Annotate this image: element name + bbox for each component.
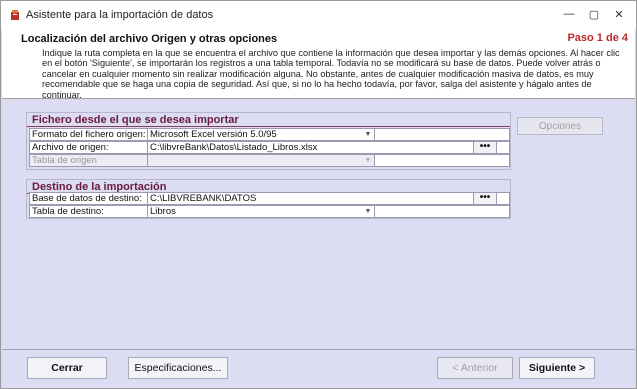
header-panel: Localización del archivo Origen y otras … — [2, 29, 635, 100]
source-group: Fichero desde el que se desea importar F… — [26, 112, 511, 170]
dest-db-label: Base de datos de destino: — [30, 193, 148, 204]
destination-group: Destino de la importación Base de datos … — [26, 179, 511, 219]
title-bar: Asistente para la importación de datos —… — [1, 1, 636, 29]
source-table-row: Tabla de origen ▼ — [29, 154, 510, 167]
chevron-down-icon: ▼ — [364, 157, 372, 164]
close-button[interactable]: Cerrar — [27, 357, 107, 379]
format-row: Formato del fichero origen: Microsoft Ex… — [29, 128, 510, 141]
dest-table-row: Tabla de destino: Libros ▼ — [29, 205, 510, 218]
dest-table-value: Libros — [150, 206, 176, 217]
chevron-down-icon[interactable]: ▼ — [362, 205, 374, 218]
window-title: Asistente para la importación de datos — [26, 9, 214, 21]
dest-db-input[interactable]: C:\LIBVREBANK\DATOS — [148, 193, 475, 204]
format-select-value: Microsoft Excel versión 5.0/95 — [150, 129, 277, 140]
source-table-select: ▼ — [148, 155, 375, 166]
format-select[interactable]: Microsoft Excel versión 5.0/95 ▼ — [148, 129, 375, 140]
source-table-label: Tabla de origen — [30, 155, 148, 166]
main-area: Fichero desde el que se desea importar F… — [2, 100, 635, 349]
dest-db-row: Base de datos de destino: C:\LIBVREBANK\… — [29, 192, 510, 205]
file-label: Archivo de origen: — [30, 142, 148, 153]
source-group-title: Fichero desde el que se desea importar — [30, 114, 241, 126]
format-label: Formato del fichero origen: — [30, 129, 148, 140]
chevron-down-icon[interactable]: ▼ — [362, 128, 374, 141]
browse-dest-button[interactable]: ••• — [473, 192, 497, 205]
page-title: Localización del archivo Origen y otras … — [21, 33, 278, 45]
back-button[interactable]: < Anterior — [437, 357, 513, 379]
specifications-button[interactable]: Especificaciones... — [128, 357, 228, 379]
minimize-icon[interactable]: — — [561, 7, 577, 21]
maximize-icon[interactable]: ▢ — [586, 7, 602, 21]
header-description: Indique la ruta completa en la que se en… — [42, 48, 620, 100]
file-row: Archivo de origen: C:\libvreBank\Datos\L… — [29, 141, 510, 154]
footer-bar: Cerrar Especificaciones... < Anterior Si… — [2, 349, 635, 388]
browse-source-button[interactable]: ••• — [473, 141, 497, 154]
app-icon — [11, 10, 19, 20]
source-file-input[interactable]: C:\libvreBank\Datos\Listado_Libros.xlsx — [148, 142, 475, 153]
step-indicator: Paso 1 de 4 — [567, 32, 628, 44]
group-divider — [27, 126, 510, 127]
dest-table-select[interactable]: Libros ▼ — [148, 206, 375, 217]
wizard-window: Asistente para la importación de datos —… — [0, 0, 637, 389]
dest-table-label: Tabla de destino: — [30, 206, 148, 217]
close-icon[interactable]: ✕ — [611, 7, 627, 21]
options-button[interactable]: Opciones — [517, 117, 603, 135]
next-button[interactable]: Siguiente > — [519, 357, 595, 379]
